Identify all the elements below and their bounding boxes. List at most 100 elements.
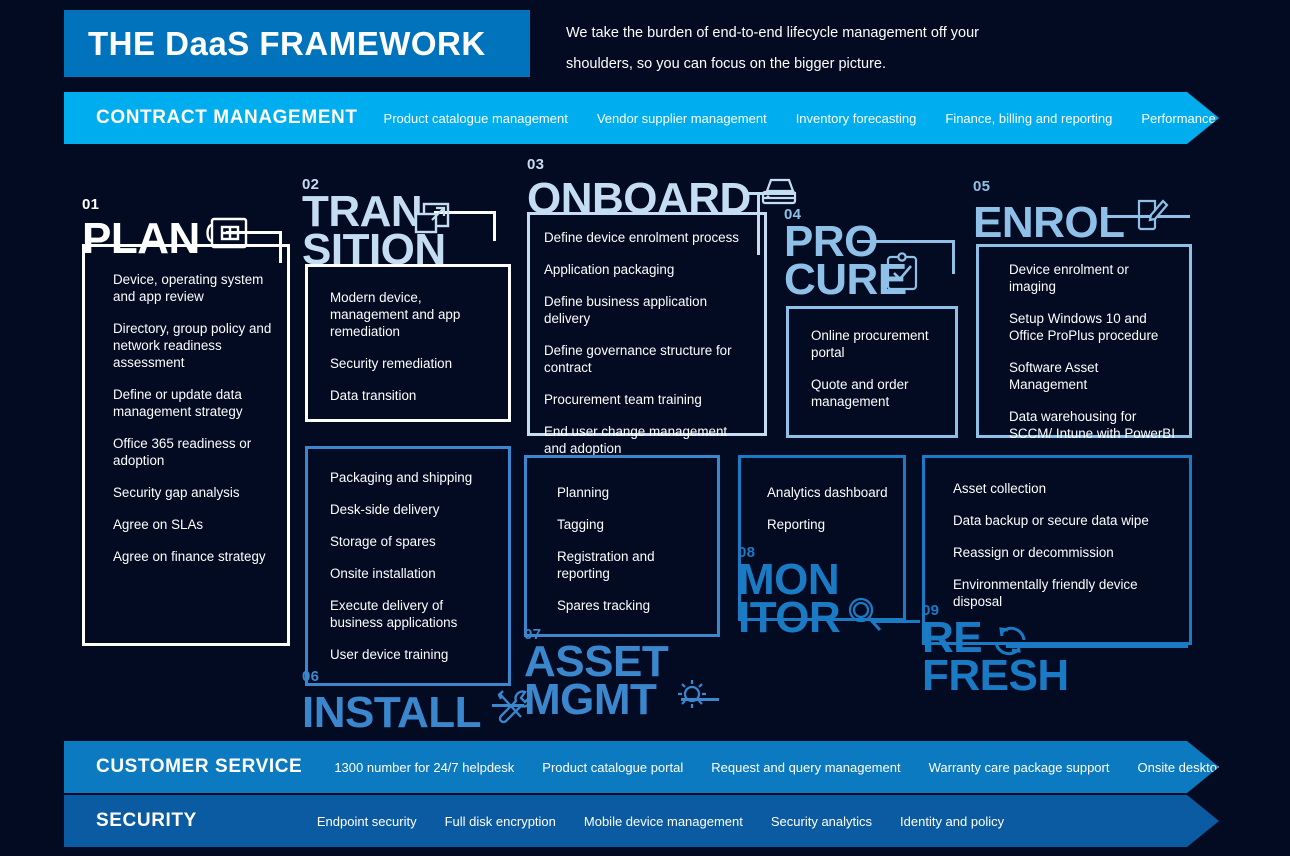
security-bar: SECURITY Endpoint security Full disk enc… <box>64 795 1219 847</box>
transfer-arrow-icon <box>412 200 452 245</box>
list-item: Packaging and shipping <box>330 470 473 485</box>
stage-heading-procure: 04 PRO CURE <box>784 207 918 302</box>
stage-name-asset-mgmt: ASSET MGMT <box>524 640 712 722</box>
list-item: Desk-side delivery <box>330 502 440 517</box>
stage-box-plan: Device, operating system and app review … <box>82 244 290 646</box>
list-item: Device enrolment or imaging <box>1009 262 1129 294</box>
contract-management-title: CONTRACT MANAGEMENT <box>96 107 358 128</box>
customer-service-item: 1300 number for 24/7 helpdesk <box>334 759 515 775</box>
stage-items-refresh: Asset collection Data backup or secure d… <box>953 480 1179 610</box>
security-item: Identity and policy <box>900 813 1005 829</box>
security-title: SECURITY <box>96 810 197 831</box>
security-items: Endpoint security Full disk encryption M… <box>317 814 1032 829</box>
customer-service-item: Request and query management <box>711 759 901 775</box>
list-item: Online procurement portal <box>811 328 929 360</box>
clipboard-check-icon <box>882 250 922 297</box>
stage-heading-install: 06 INSTALL <box>302 668 535 735</box>
list-item: Application packaging <box>544 262 675 277</box>
page-title: THE DaaS FRAMEWORK <box>88 24 486 62</box>
security-item: Security analytics <box>770 813 873 829</box>
customer-service-item: Warranty care package support <box>928 759 1110 775</box>
stage-items-monitor: Analytics dashboard Reporting <box>767 484 893 533</box>
stage-box-procure: Online procurement portal Quote and orde… <box>786 306 958 438</box>
list-item: Data backup or secure data wipe <box>953 513 1149 528</box>
list-item: Registration and reporting <box>557 549 655 581</box>
connector-procure-enrol-vertical <box>952 240 955 274</box>
customer-service-items: 1300 number for 24/7 helpdesk Product ca… <box>334 760 1290 775</box>
customer-service-item: Onsite desktop support <box>1137 759 1272 775</box>
connector-transition-onboard-vertical <box>493 211 496 241</box>
list-item: Procurement team training <box>544 392 702 407</box>
contract-management-items: Product catalogue management Vendor supp… <box>384 111 1290 126</box>
recycle-arrows-icon <box>988 620 1032 665</box>
contract-management-bar: CONTRACT MANAGEMENT Product catalogue ma… <box>64 92 1219 144</box>
gear-icon <box>672 672 712 717</box>
stage-heading-monitor: 08 MON ITOR <box>738 545 886 640</box>
security-item: Full disk encryption <box>444 813 556 829</box>
daas-framework-infographic: THE DaaS FRAMEWORK We take the burden of… <box>0 0 1290 856</box>
list-item: Define or update data management strateg… <box>113 387 243 419</box>
list-item: Tagging <box>557 517 604 532</box>
list-item: Agree on SLAs <box>113 517 204 532</box>
magnifier-icon <box>844 592 886 641</box>
stage-box-asset-mgmt: Planning Tagging Registration and report… <box>524 455 720 637</box>
list-item: Agree on finance strategy <box>113 549 266 564</box>
list-item: Onsite installation <box>330 566 436 581</box>
stage-name-enrol: ENROL <box>973 195 1171 245</box>
list-item: Setup Windows 10 and Office ProPlus proc… <box>1009 311 1159 343</box>
stage-name-install: INSTALL <box>302 685 535 735</box>
contract-item: Performance management <box>1141 110 1290 126</box>
list-item: Spares tracking <box>557 598 651 613</box>
customer-service-item: Product catalogue portal <box>542 759 684 775</box>
stage-items-transition: Modern device, management and app remedi… <box>330 289 494 404</box>
list-item: Directory, group policy and network read… <box>113 321 272 370</box>
stage-number-enrol: 05 <box>973 178 991 195</box>
stage-name-refresh: RE FRESH <box>922 613 1069 700</box>
stage-heading-transition: 02 TRAN SITION <box>302 177 450 272</box>
stage-box-install: Packaging and shipping Desk-side deliver… <box>305 446 511 686</box>
list-item: User device training <box>330 647 449 662</box>
customer-service-title: CUSTOMER SERVICE <box>96 756 303 777</box>
page-title-box: THE DaaS FRAMEWORK <box>64 10 530 77</box>
list-item: Asset collection <box>953 481 1047 496</box>
stage-heading-asset-mgmt: 07 ASSET MGMT <box>524 627 712 722</box>
stage-heading-onboard: 03 ONBOARD <box>527 156 799 221</box>
list-item: Define governance structure for contract <box>544 343 732 375</box>
list-item: End user change management and adoption <box>544 424 728 456</box>
stage-items-procure: Online procurement portal Quote and orde… <box>811 327 943 410</box>
stage-number-onboard: 03 <box>527 156 545 173</box>
stage-number-install: 06 <box>302 668 320 685</box>
header-tagline: We take the burden of end-to-end lifecyc… <box>566 25 979 72</box>
security-item: Endpoint security <box>316 813 417 829</box>
customer-service-bar: CUSTOMER SERVICE 1300 number for 24/7 he… <box>64 741 1219 793</box>
stage-items-enrol: Device enrolment or imaging Setup Window… <box>1009 261 1179 442</box>
list-item: Data transition <box>330 388 417 403</box>
list-item: Device, operating system and app review <box>113 272 264 304</box>
list-item: Modern device, management and app remedi… <box>330 290 461 339</box>
list-item: Storage of spares <box>330 534 436 549</box>
list-item: Software Asset Management <box>1009 360 1099 392</box>
list-item: Office 365 readiness or adoption <box>113 436 252 468</box>
pencil-document-icon <box>1129 195 1171 242</box>
stage-items-asset-mgmt: Planning Tagging Registration and report… <box>557 484 707 614</box>
list-item: Security gap analysis <box>113 485 240 500</box>
contract-item: Finance, billing and reporting <box>945 110 1113 126</box>
stage-items-install: Packaging and shipping Desk-side deliver… <box>330 469 498 663</box>
list-item: Define device enrolment process <box>544 230 740 245</box>
stage-name-transition: TRAN SITION <box>302 190 450 272</box>
stage-name-monitor: MON ITOR <box>738 558 886 640</box>
list-item: Data warehousing for SCCM/ Intune with P… <box>1009 409 1175 441</box>
list-item: Analytics dashboard <box>767 485 888 500</box>
contract-item: Product catalogue management <box>383 110 568 126</box>
list-item: Reassign or decommission <box>953 545 1114 560</box>
security-item: Mobile device management <box>583 813 743 829</box>
stage-box-onboard: Define device enrolment process Applicat… <box>527 212 767 456</box>
stage-number-plan: 01 <box>82 196 100 213</box>
list-item: Quote and order management <box>811 377 909 409</box>
stage-name-procure: PRO CURE <box>784 220 918 302</box>
stage-box-transition: Modern device, management and app remedi… <box>305 264 511 422</box>
contract-item: Vendor supplier management <box>596 110 767 126</box>
list-item: Define business application delivery <box>544 294 708 326</box>
stage-box-enrol: Device enrolment or imaging Setup Window… <box>976 244 1192 441</box>
stage-items-onboard: Define device enrolment process Applicat… <box>544 229 752 457</box>
